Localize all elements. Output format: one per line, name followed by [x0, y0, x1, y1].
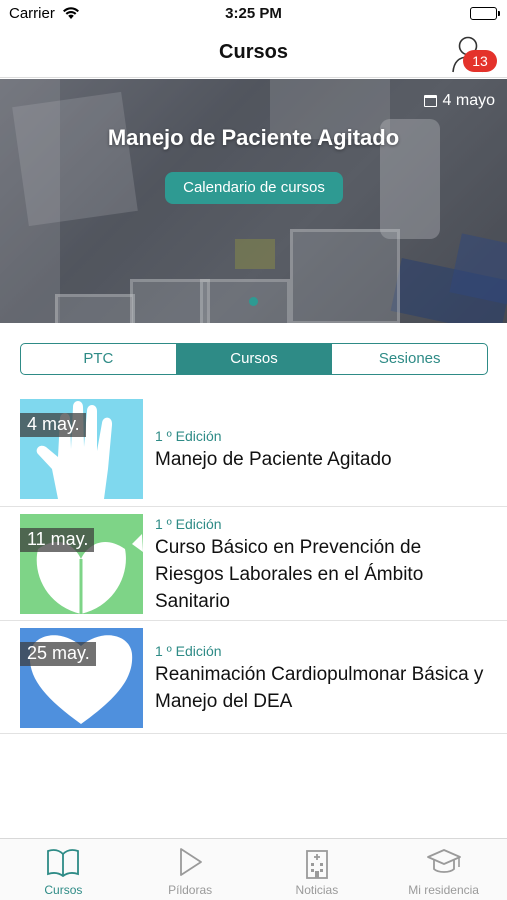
- course-name: Manejo de Paciente Agitado: [155, 449, 392, 470]
- play-icon: [180, 848, 203, 876]
- tab-label: Cursos: [44, 883, 83, 897]
- course-list-item[interactable]: 4 may. 1 º Edición Manejo de Paciente Ag…: [0, 392, 507, 507]
- banner-date-label: 4 mayo: [442, 92, 495, 109]
- tab-label: Píldoras: [168, 883, 213, 897]
- graduation-cap-icon: [426, 849, 461, 873]
- book-icon: [47, 849, 80, 877]
- calendar-icon: [423, 95, 437, 107]
- course-list-item[interactable]: 11 may. 1 º Edición Curso Básico en Prev…: [0, 507, 507, 621]
- tab-label: Mi residencia: [408, 883, 479, 897]
- page-indicator-dot[interactable]: [249, 297, 258, 306]
- section-segmented-control: PTC Cursos Sesiones: [20, 343, 488, 375]
- course-name: Reanimación Cardiopulmonar Básica y Mane…: [155, 664, 484, 712]
- navigation-bar: Cursos 13: [0, 30, 507, 78]
- banner-title: Manejo de Paciente Agitado: [107, 125, 400, 150]
- tab-pildoras[interactable]: Píldoras: [127, 839, 254, 900]
- status-bar: Carrier 3:25 PM: [0, 0, 507, 30]
- course-thumbnail: 4 may.: [20, 399, 143, 499]
- course-date-tag: 25 may.: [20, 642, 96, 666]
- course-list-item[interactable]: 25 may. 1 º Edición Reanimación Cardiopu…: [0, 621, 507, 734]
- tab-label: Noticias: [295, 883, 339, 897]
- course-list: 4 may. 1 º Edición Manejo de Paciente Ag…: [0, 392, 507, 734]
- profile-button[interactable]: 13: [449, 32, 497, 76]
- segment-cursos[interactable]: Cursos: [176, 344, 333, 374]
- segment-ptc[interactable]: PTC: [21, 344, 177, 374]
- course-edition: 1 º Edición: [155, 643, 222, 659]
- course-thumbnail: 25 may.: [20, 628, 143, 728]
- featured-course-banner[interactable]: 4 mayo Manejo de Paciente Agitado Calend…: [0, 79, 507, 323]
- segment-sesiones[interactable]: Sesiones: [332, 344, 487, 374]
- course-calendar-button[interactable]: Calendario de cursos: [165, 172, 343, 204]
- clock: 3:25 PM: [225, 5, 282, 22]
- course-date-tag: 4 may.: [20, 413, 86, 437]
- hospital-icon: [305, 850, 328, 879]
- tab-mi-residencia[interactable]: Mi residencia: [380, 839, 507, 900]
- battery-icon: [470, 7, 500, 20]
- tab-noticias[interactable]: Noticias: [254, 839, 381, 900]
- course-edition: 1 º Edición: [155, 428, 222, 444]
- course-date-tag: 11 may.: [20, 528, 95, 552]
- course-thumbnail: 11 may.: [20, 514, 143, 614]
- tab-bar: Cursos Píldoras Noticias Mi residencia: [0, 838, 507, 900]
- page-title: Cursos: [219, 41, 288, 63]
- course-name: Curso Básico en Prevención de Riesgos La…: [155, 537, 424, 612]
- notification-badge: 13: [463, 50, 497, 72]
- tab-cursos[interactable]: Cursos: [0, 839, 127, 900]
- course-edition: 1 º Edición: [155, 516, 222, 532]
- banner-date: 4 mayo: [423, 92, 495, 110]
